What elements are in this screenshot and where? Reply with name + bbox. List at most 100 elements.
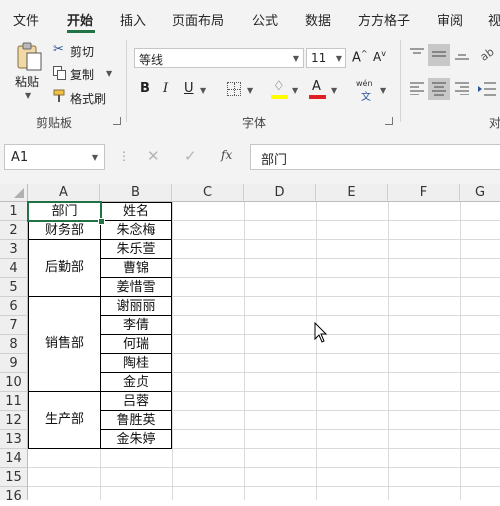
font-name-select[interactable]: 等线 ▼ — [134, 48, 304, 68]
row-header[interactable]: 2 — [0, 221, 28, 240]
align-middle-icon[interactable] — [428, 44, 450, 66]
cell-b7[interactable]: 李倩 — [100, 315, 172, 335]
cell-a11-merged[interactable]: 生产部 — [28, 391, 101, 449]
select-all-corner[interactable] — [0, 184, 28, 202]
paste-button[interactable]: 粘贴 — [15, 73, 39, 90]
tab-formulas[interactable]: 公式 — [252, 10, 278, 29]
underline-dropdown-icon[interactable]: ▼ — [200, 86, 206, 95]
paste-dropdown-icon[interactable]: ▼ — [25, 91, 31, 100]
cell-b12[interactable]: 鲁胜英 — [100, 410, 172, 430]
cell-b2[interactable]: 朱念梅 — [100, 220, 172, 240]
gridline — [28, 486, 500, 487]
underline-button[interactable]: U — [184, 81, 194, 96]
column-header-g[interactable]: G — [460, 184, 500, 202]
row-header[interactable]: 6 — [0, 297, 28, 316]
copy-dropdown-icon[interactable]: ▼ — [106, 69, 112, 78]
row-header[interactable]: 5 — [0, 278, 28, 297]
font-size-select[interactable]: 11 ▼ — [306, 48, 346, 68]
gridline — [244, 202, 245, 500]
column-header-d[interactable]: D — [244, 184, 316, 202]
tab-file[interactable]: 文件 — [13, 10, 39, 29]
tab-review[interactable]: 审阅 — [437, 10, 463, 29]
cell-b5[interactable]: 姜惜雪 — [100, 277, 172, 297]
row-header[interactable]: 9 — [0, 354, 28, 373]
tab-data[interactable]: 数据 — [305, 10, 331, 29]
cell-b11[interactable]: 吕蓉 — [100, 391, 172, 411]
row-header[interactable]: 4 — [0, 259, 28, 278]
cell-b8[interactable]: 何瑞 — [100, 334, 172, 354]
font-color-dropdown-icon[interactable]: ▼ — [331, 86, 337, 95]
row-header[interactable]: 3 — [0, 240, 28, 259]
shrink-font-icon: A — [373, 50, 382, 64]
font-group-label: 字体 — [242, 116, 267, 130]
italic-button[interactable]: I — [163, 81, 168, 96]
font-launcher-icon[interactable] — [385, 117, 393, 125]
row-header[interactable]: 16 — [0, 487, 28, 504]
row-header[interactable]: 11 — [0, 392, 28, 411]
column-header-f[interactable]: F — [388, 184, 460, 202]
tab-insert[interactable]: 插入 — [120, 10, 146, 29]
paste-icon[interactable] — [14, 42, 44, 72]
cell-a3-merged[interactable]: 后勤部 — [28, 239, 101, 297]
row-header[interactable]: 13 — [0, 430, 28, 449]
group-divider — [400, 40, 401, 122]
column-header-e[interactable]: E — [316, 184, 388, 202]
cut-button[interactable]: 剪切 — [70, 43, 94, 60]
column-header-c[interactable]: C — [172, 184, 244, 202]
indent-icon[interactable] — [478, 81, 496, 97]
insert-function-icon[interactable]: fx — [221, 148, 232, 162]
drag-handle-icon[interactable]: ⋮ — [118, 149, 130, 163]
enter-icon[interactable]: ✓ — [184, 147, 197, 165]
cell-b1[interactable]: 姓名 — [100, 202, 172, 221]
column-header-b[interactable]: B — [100, 184, 172, 202]
cell-b13[interactable]: 金朱婷 — [100, 429, 172, 449]
tab-page-layout[interactable]: 页面布局 — [172, 10, 224, 29]
cell-b3[interactable]: 朱乐萱 — [100, 239, 172, 259]
gridline — [316, 202, 317, 500]
align-right-icon[interactable] — [454, 81, 470, 96]
row-header[interactable]: 8 — [0, 335, 28, 354]
fill-color-icon[interactable]: ♢ — [273, 79, 285, 94]
cell-b6[interactable]: 谢丽丽 — [100, 296, 172, 316]
tab-view[interactable]: 视 — [488, 10, 500, 29]
cell-b4[interactable]: 曹锦 — [100, 258, 172, 278]
tab-fangfanggezi[interactable]: 方方格子 — [358, 10, 410, 29]
phonetic-guide-button[interactable]: wén — [356, 79, 373, 88]
row-header[interactable]: 10 — [0, 373, 28, 392]
align-center-icon[interactable] — [428, 78, 450, 100]
row-header[interactable]: 7 — [0, 316, 28, 335]
tab-home[interactable]: 开始 — [67, 10, 93, 29]
shrink-font-button[interactable]: Av — [373, 49, 386, 64]
chevron-down-icon: ▼ — [292, 54, 299, 63]
border-icon[interactable] — [227, 82, 241, 96]
name-box-value: A1 — [11, 150, 29, 165]
fill-handle[interactable] — [98, 218, 105, 225]
cancel-icon[interactable]: ✕ — [147, 147, 160, 165]
align-top-icon[interactable] — [409, 47, 425, 61]
column-header-a[interactable]: A — [28, 184, 100, 202]
cell-a2[interactable]: 财务部 — [28, 220, 101, 240]
orientation-icon[interactable]: ab — [478, 44, 497, 64]
gridline — [172, 202, 173, 500]
fill-color-dropdown-icon[interactable]: ▼ — [292, 86, 298, 95]
cell-b9[interactable]: 陶桂 — [100, 353, 172, 373]
align-left-icon[interactable] — [409, 81, 425, 96]
phonetic-dropdown-icon[interactable]: ▼ — [380, 86, 386, 95]
font-color-button[interactable]: A — [312, 79, 321, 94]
name-box[interactable]: A1 ▼ — [4, 144, 105, 170]
clipboard-launcher-icon[interactable] — [113, 117, 121, 125]
grow-font-button[interactable]: A^ — [352, 49, 368, 65]
bold-button[interactable]: B — [140, 81, 150, 96]
copy-button[interactable]: 复制 — [70, 66, 94, 83]
formula-input[interactable]: 部门 — [250, 144, 500, 170]
cell-b10[interactable]: 金贞 — [100, 372, 172, 392]
align-bottom-icon[interactable] — [454, 47, 470, 61]
format-painter-button[interactable]: 格式刷 — [70, 90, 106, 107]
border-dropdown-icon[interactable]: ▼ — [247, 86, 253, 95]
row-header[interactable]: 14 — [0, 449, 28, 468]
row-header[interactable]: 12 — [0, 411, 28, 430]
cell-a1[interactable]: 部门 — [28, 202, 101, 221]
cell-a6-merged[interactable]: 销售部 — [28, 296, 101, 392]
row-header[interactable]: 15 — [0, 468, 28, 487]
row-header[interactable]: 1 — [0, 202, 28, 221]
